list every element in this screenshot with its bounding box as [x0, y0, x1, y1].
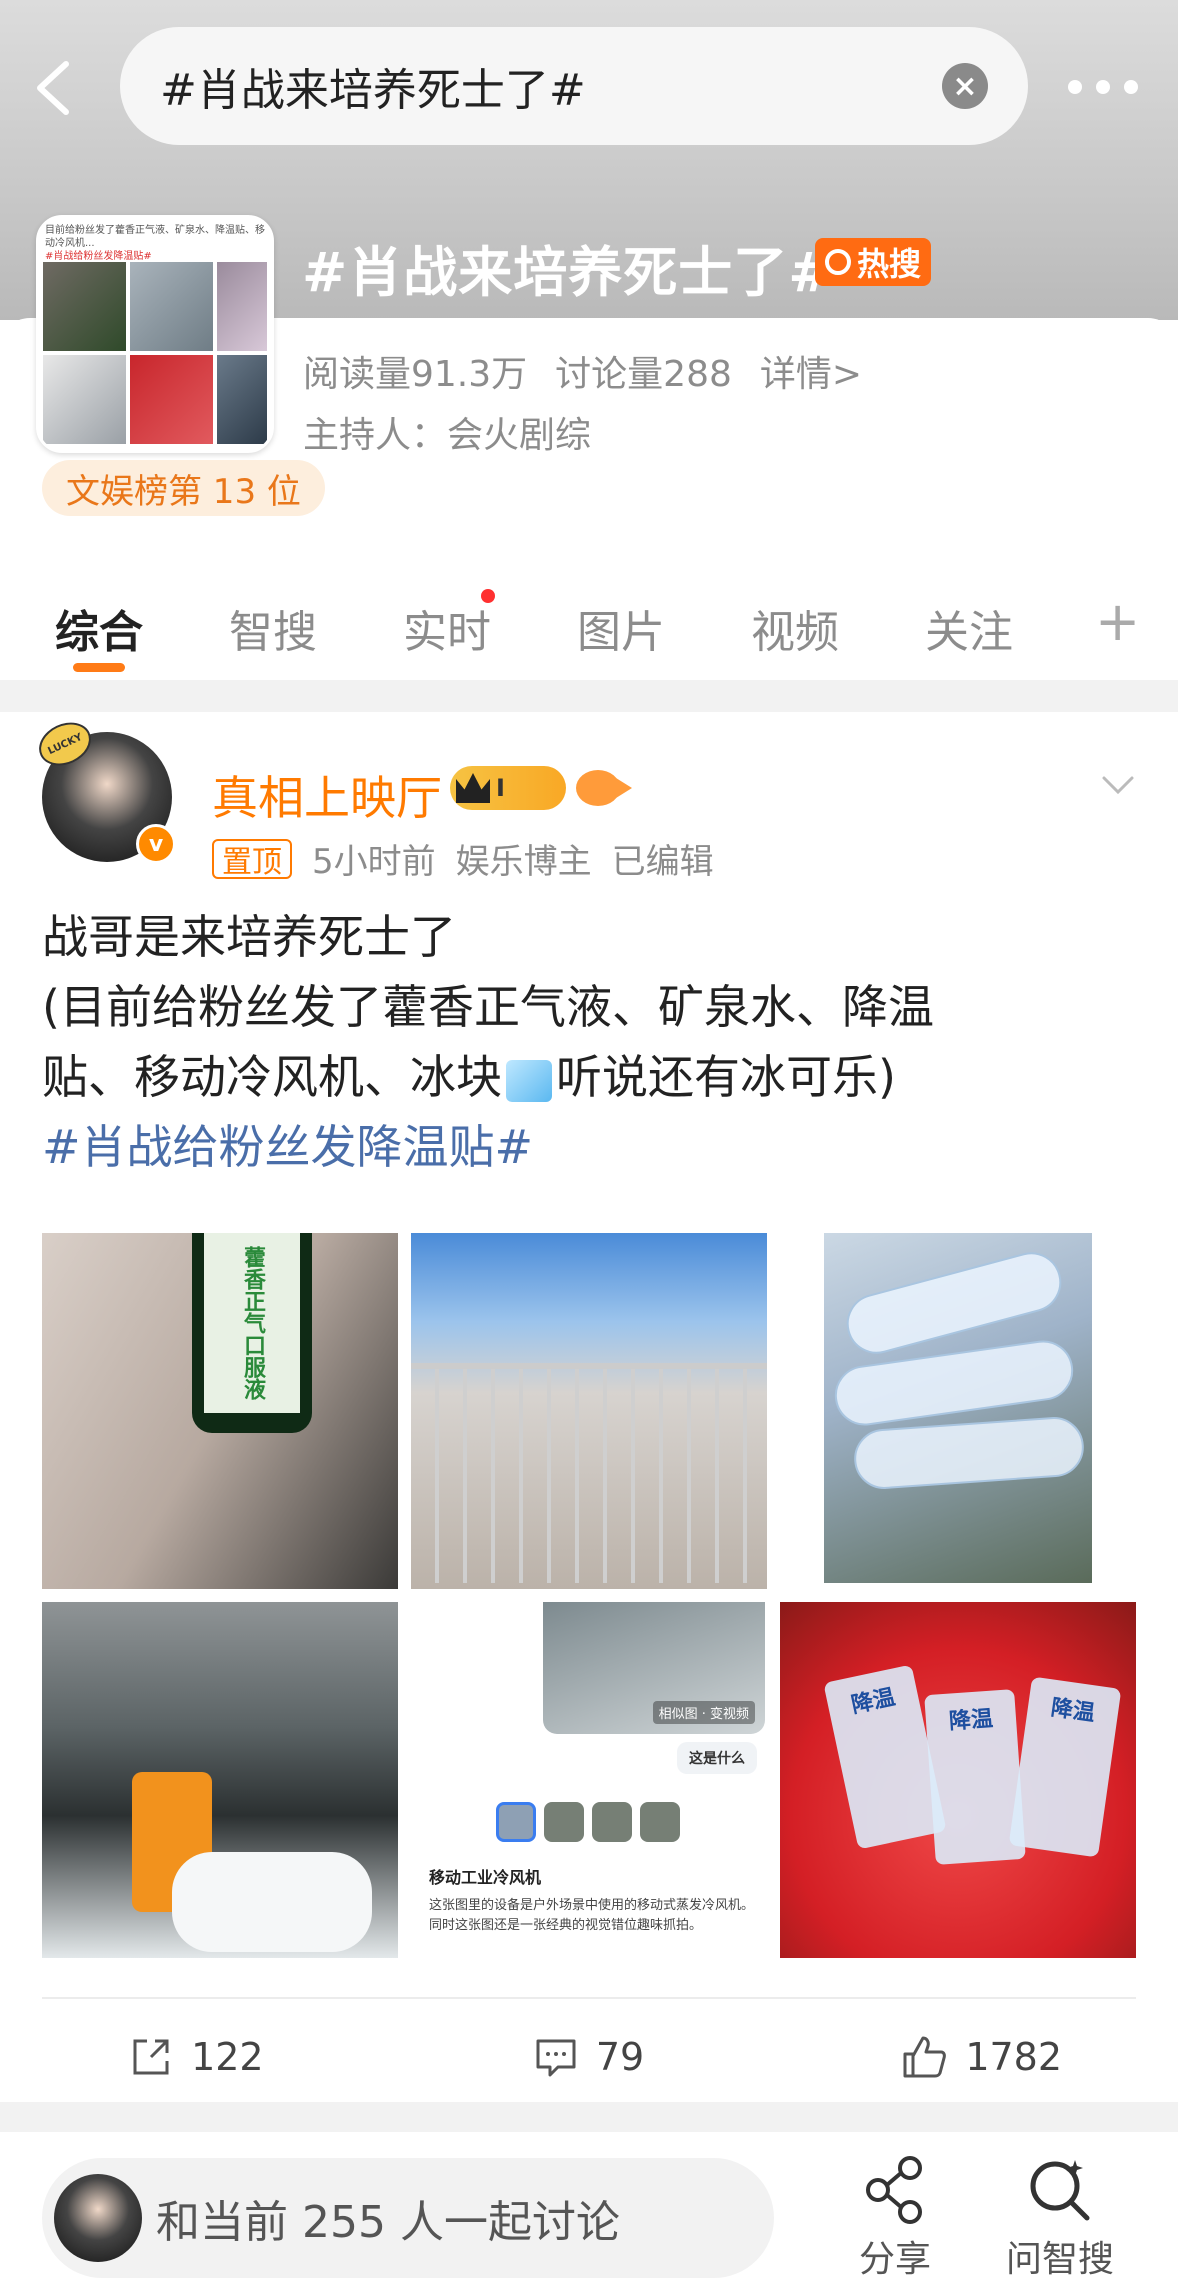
discussion-text: 和当前 255 人一起讨论: [156, 2197, 620, 2248]
post-card: LUCKY v 真相上映厅 I 置顶 5小时前 娱乐博主 已编辑 战哥是来培养死…: [0, 712, 1178, 2102]
water-bottle-shape: [852, 1415, 1086, 1491]
user-badges: I: [450, 766, 632, 810]
ask-smart-search-button[interactable]: 问智搜: [990, 2154, 1130, 2279]
tab-comprehensive[interactable]: 综合: [55, 575, 229, 680]
like-button[interactable]: 1782: [785, 2012, 1178, 2102]
post-image-1[interactable]: 藿香正气口服液: [42, 1233, 398, 1589]
chevron-down-icon[interactable]: [1100, 768, 1136, 804]
post-image-3[interactable]: [824, 1233, 1092, 1583]
post-image-5[interactable]: 相似图 · 变视频 这是什么 移动工业冷风机 这张图里的设备是户外场景中使用的移…: [411, 1602, 767, 1958]
lucky-badge: LUCKY: [32, 714, 98, 774]
answer-heading: 移动工业冷风机: [429, 1868, 542, 1887]
tab-realtime[interactable]: 实时: [403, 575, 577, 680]
post-image-2[interactable]: [411, 1233, 767, 1589]
add-tab-icon[interactable]: +: [1095, 590, 1140, 653]
post-line-3: 贴、移动冷风机、冰块 听说还有冰可乐): [42, 1050, 896, 1104]
divider: [42, 1997, 1136, 1999]
comment-icon: [536, 2039, 576, 2077]
more-options-icon[interactable]: [1068, 72, 1138, 102]
search-query: #肖战来培养死士了#: [160, 65, 586, 116]
avatar: [54, 2174, 142, 2262]
ice-cube-icon: [506, 1059, 552, 1102]
repost-count: 122: [191, 2035, 264, 2079]
edited-label: 已编辑: [611, 842, 714, 882]
pufferfish-icon[interactable]: [576, 770, 632, 806]
join-discussion-button[interactable]: 和当前 255 人一起讨论: [42, 2158, 774, 2278]
discussion-count: 讨论量288: [555, 354, 732, 395]
hot-icon: [825, 249, 851, 275]
thumbnail-grid: [39, 258, 271, 448]
search-input[interactable]: #肖战来培养死士了# ×: [120, 27, 1028, 145]
username[interactable]: 真相上映厅: [212, 762, 442, 828]
ice-shape: [172, 1852, 372, 1952]
tab-images[interactable]: 图片: [577, 575, 751, 680]
tab-videos[interactable]: 视频: [751, 575, 925, 680]
detail-link[interactable]: 详情>: [760, 345, 862, 397]
topic-thumbnail[interactable]: 目前给粉丝发了藿香正气液、矿泉水、降温贴、移动冷风机... #肖战给粉丝发降温贴…: [36, 215, 274, 453]
share-icon: [133, 2039, 169, 2075]
smart-search-icon: [1030, 2160, 1090, 2221]
pinned-badge: 置顶: [212, 838, 292, 880]
back-button[interactable]: [30, 58, 80, 118]
post-image-4[interactable]: [42, 1602, 398, 1958]
bottle-label: 藿香正气口服液: [204, 1233, 300, 1413]
share-nodes-icon: [866, 2156, 922, 2224]
post-text: 战哥是来培养死士了 (目前给粉丝发了藿香正气液、矿泉水、降温 贴、移动冷风机、冰…: [42, 902, 1142, 1182]
tab-following[interactable]: 关注: [925, 575, 1099, 680]
screenshot-photo: 相似图 · 变视频: [543, 1602, 765, 1734]
bottom-bar: 和当前 255 人一起讨论 分享 问智搜: [0, 2132, 1178, 2279]
answer-text: 这张图里的设备是户外场景中使用的移动式蒸发冷风机。同时这张图还是一张经典的视觉错…: [429, 1898, 755, 1933]
hot-search-badge: 热搜: [815, 238, 932, 286]
thumbs-up-icon: [903, 2036, 947, 2078]
author-role: 娱乐博主: [455, 842, 592, 882]
topic-stats: 阅读量91.3万 讨论量288 详情>: [303, 345, 862, 397]
post-meta: 置顶 5小时前 娱乐博主 已编辑: [212, 834, 714, 883]
post-actions: 122 79 1782: [0, 2012, 1178, 2102]
share-button[interactable]: 分享: [825, 2154, 965, 2279]
question-bubble: 这是什么: [677, 1742, 757, 1774]
post-line-2: (目前给粉丝发了藿香正气液、矿泉水、降温: [42, 980, 934, 1034]
post-time: 5小时前: [312, 842, 436, 882]
topic-host: 主持人：会火剧综: [303, 415, 592, 456]
similar-image-caption: 相似图 · 变视频: [652, 1701, 755, 1724]
post-image-6[interactable]: 降温 降温 降温: [780, 1602, 1136, 1958]
like-count: 1782: [965, 2035, 1063, 2079]
notification-dot: [481, 589, 495, 603]
crown-icon: [456, 773, 490, 803]
comment-count: 79: [595, 2035, 645, 2079]
topic-title: #肖战来培养死士了#: [302, 241, 835, 304]
crown-level-badge[interactable]: I: [450, 766, 566, 810]
tab-smart-search[interactable]: 智搜: [229, 575, 403, 680]
railing-shape: [411, 1363, 767, 1583]
rank-badge[interactable]: 文娱榜第 13 位: [42, 460, 325, 516]
read-count: 阅读量91.3万: [303, 354, 528, 395]
repost-button[interactable]: 122: [0, 2012, 393, 2102]
tab-bar: 综合 智搜 实时 图片 视频 关注: [0, 575, 1178, 680]
share-label: 分享: [858, 2239, 931, 2279]
clear-icon[interactable]: ×: [942, 63, 988, 109]
post-line-1: 战哥是来培养死士了: [42, 910, 456, 964]
verified-icon: v: [136, 824, 176, 864]
cooling-pack: 降温: [1008, 1676, 1122, 1858]
chevron-left-icon: [37, 61, 69, 115]
avatar[interactable]: LUCKY v: [32, 714, 176, 864]
ask-label: 问智搜: [1005, 2239, 1114, 2279]
comment-button[interactable]: 79: [393, 2012, 786, 2102]
post-hashtag[interactable]: #肖战给粉丝发降温贴#: [42, 1112, 1142, 1182]
image-thumbs: [496, 1802, 680, 1842]
